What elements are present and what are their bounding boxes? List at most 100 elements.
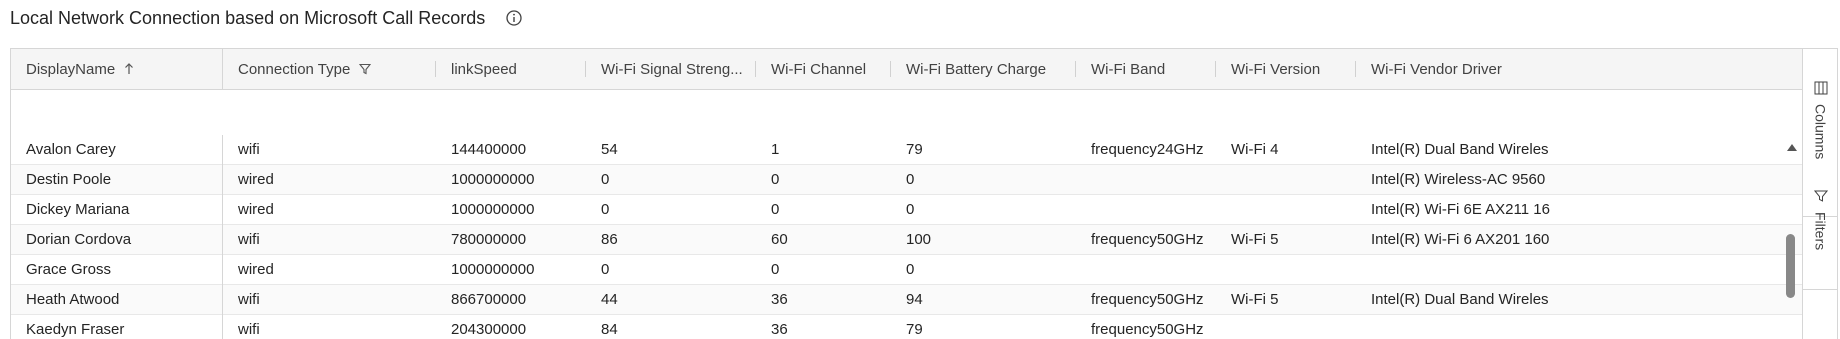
- table-cell: 0: [601, 201, 610, 218]
- table-cell: 36: [771, 291, 788, 308]
- table-cell: 86: [601, 231, 618, 248]
- table-cell: Dickey Mariana: [11, 195, 223, 225]
- table-cell: 0: [601, 261, 610, 278]
- table-cell: 60: [771, 231, 788, 248]
- table-cell: 204300000: [451, 321, 527, 338]
- table-cell: wifi: [238, 141, 260, 158]
- table-cell: [1076, 165, 1216, 195]
- column-header-label: Wi-Fi Channel: [771, 60, 867, 78]
- table-cell: 0: [906, 261, 915, 278]
- table-cell: [1216, 255, 1356, 285]
- column-header-1[interactable]: Connection Type: [223, 49, 436, 89]
- table-cell: 1000000000: [451, 171, 535, 188]
- table-cell: wired: [238, 201, 274, 218]
- table-cell: Heath Atwood: [11, 285, 223, 315]
- vertical-scrollbar[interactable]: [1784, 94, 1798, 339]
- table-cell: 0: [906, 201, 915, 218]
- table-cell: frequency50GHz: [1091, 291, 1204, 308]
- table-cell: 866700000: [451, 291, 527, 308]
- table-cell: [1076, 195, 1216, 225]
- column-header-5[interactable]: Wi-Fi Battery Charge: [891, 49, 1076, 89]
- report-title: Local Network Connection based on Micros…: [10, 7, 486, 28]
- table-cell: 94: [906, 291, 923, 308]
- table-cell: 36: [771, 321, 788, 338]
- table-cell: 0: [906, 171, 915, 188]
- filter-icon: [1813, 189, 1828, 206]
- table-cell: 100: [906, 231, 932, 248]
- table-cell: 0: [771, 201, 780, 218]
- column-header-7[interactable]: Wi-Fi Version: [1216, 49, 1356, 89]
- columns-icon: [1814, 81, 1828, 98]
- table-cell: Dorian Cordova: [11, 225, 223, 255]
- table-cell: 54: [601, 141, 618, 158]
- column-header-0[interactable]: DisplayName: [11, 49, 223, 89]
- table-cell: [1356, 255, 1802, 285]
- table-cell: Grace Gross: [11, 255, 223, 285]
- table-cell: frequency24GHz: [1091, 141, 1204, 158]
- column-header-label: Wi-Fi Band: [1091, 60, 1166, 78]
- table-cell: Intel(R) Wi-Fi 6E AX211 16: [1371, 201, 1550, 218]
- table-cell: Kaedyn Fraser: [11, 315, 223, 339]
- info-icon[interactable]: [505, 9, 523, 27]
- table-row[interactable]: Kaedyn Fraser wifi 204300000 84 36 79 frequenc…: [11, 315, 1802, 339]
- table-cell: Avalon Carey: [11, 135, 223, 165]
- table-cell: [1076, 255, 1216, 285]
- side-panel: Columns Filters: [1802, 49, 1837, 339]
- table-row[interactable]: Grace Gross wired 1000000000 0 0 0: [11, 255, 1802, 285]
- scroll-up-arrow-icon[interactable]: [1787, 144, 1797, 151]
- table-cell: 79: [906, 321, 923, 338]
- column-header-3[interactable]: Wi-Fi Signal Streng...: [586, 49, 756, 89]
- table-cell: Destin Poole: [11, 165, 223, 195]
- table-cell: Wi-Fi 4: [1231, 141, 1279, 158]
- table-cell: 84: [601, 321, 618, 338]
- table-cell: 1000000000: [451, 261, 535, 278]
- scrollbar-thumb[interactable]: [1786, 234, 1795, 298]
- table-cell: wifi: [238, 321, 260, 338]
- filter-icon[interactable]: [359, 63, 372, 75]
- table-cell: 0: [601, 171, 610, 188]
- column-header-label: Wi-Fi Version: [1231, 60, 1321, 78]
- table-row[interactable]: Dickey Mariana wired 1000000000 0 0 0 Intel(R)…: [11, 195, 1802, 225]
- table-cell: 0: [771, 261, 780, 278]
- data-grid: DisplayName Connection Type linkSpeed Wi-Fi…: [10, 48, 1838, 339]
- column-header-label: linkSpeed: [451, 60, 517, 78]
- table-cell: wifi: [238, 291, 260, 308]
- table-row[interactable]: Destin Poole wired 1000000000 0 0 0 Intel(R) W…: [11, 165, 1802, 195]
- table-cell: frequency50GHz: [1091, 231, 1204, 248]
- table-cell: Intel(R) Dual Band Wireles: [1371, 141, 1549, 158]
- header-row: DisplayName Connection Type linkSpeed Wi-Fi…: [11, 49, 1802, 90]
- table-cell: Intel(R) Wireless-AC 9560: [1371, 171, 1546, 188]
- table-cell: 780000000: [451, 231, 527, 248]
- grid-body: DisplayName Connection Type linkSpeed Wi-Fi…: [11, 49, 1802, 339]
- column-header-label: Wi-Fi Vendor Driver: [1371, 60, 1502, 78]
- table-row[interactable]: Heath Atwood wifi 866700000 44 36 94 frequency…: [11, 285, 1802, 315]
- table-row[interactable]: Avalon Carey wifi 144400000 54 1 79 frequency2…: [11, 135, 1802, 165]
- column-header-label: Wi-Fi Signal Streng...: [601, 60, 743, 78]
- table-cell: Intel(R) Wi-Fi 6 AX201 160: [1371, 231, 1550, 248]
- table-cell: 144400000: [451, 141, 527, 158]
- filters-tab[interactable]: Filters: [1803, 189, 1837, 290]
- columns-tab-label: Columns: [1812, 104, 1829, 160]
- table-cell: Wi-Fi 5: [1231, 231, 1279, 248]
- column-header-label: Wi-Fi Battery Charge: [906, 60, 1047, 78]
- table-cell: wifi: [238, 231, 260, 248]
- table-cell: 79: [906, 141, 923, 158]
- table-cell: 1000000000: [451, 201, 535, 218]
- report-title-bar: Local Network Connection based on Micros…: [10, 0, 523, 36]
- table-cell: [1356, 315, 1802, 339]
- table-cell: Intel(R) Dual Band Wireles: [1371, 291, 1549, 308]
- column-header-label: Connection Type: [238, 60, 351, 78]
- table-cell: 0: [771, 171, 780, 188]
- column-header-6[interactable]: Wi-Fi Band: [1076, 49, 1216, 89]
- column-header-8[interactable]: Wi-Fi Vendor Driver: [1356, 49, 1802, 89]
- table-cell: wired: [238, 171, 274, 188]
- sort-ascending-icon[interactable]: [124, 63, 134, 75]
- table-cell: Wi-Fi 5: [1231, 291, 1279, 308]
- table-cell: 1: [771, 141, 780, 158]
- table-cell: [1216, 165, 1356, 195]
- table-cell: [1216, 315, 1356, 339]
- column-header-4[interactable]: Wi-Fi Channel: [756, 49, 891, 89]
- column-header-2[interactable]: linkSpeed: [436, 49, 586, 89]
- table-cell: frequency50GHz: [1091, 321, 1204, 338]
- table-row[interactable]: Dorian Cordova wifi 780000000 86 60 100 freque…: [11, 225, 1802, 255]
